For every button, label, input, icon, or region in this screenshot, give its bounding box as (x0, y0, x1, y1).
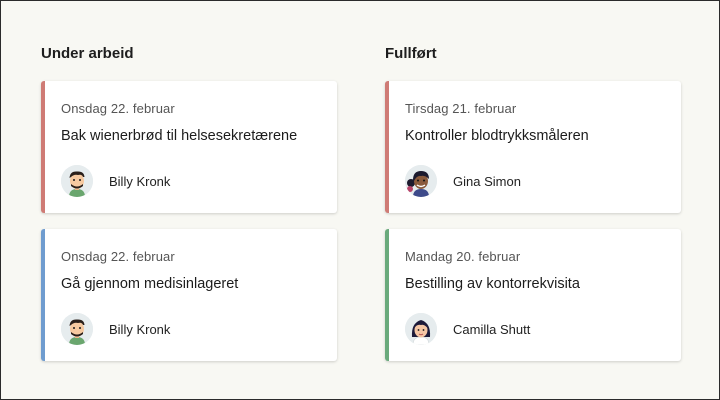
task-date: Onsdag 22. februar (61, 101, 175, 116)
task-card[interactable]: Onsdag 22. februar Gå gjennom medisinlag… (41, 229, 337, 361)
column-fullfort: Fullført Tirsdag 21. februar Kontroller … (385, 45, 681, 361)
column-title: Fullført (385, 45, 437, 62)
task-card[interactable]: Onsdag 22. februar Bak wienerbrød til he… (41, 81, 337, 213)
woman-curly-avatar-icon (405, 165, 437, 197)
board: Under arbeid Onsdag 22. februar Bak wien… (0, 0, 720, 400)
assignee-name: Camilla Shutt (453, 322, 531, 337)
column-title: Under arbeid (41, 45, 134, 62)
task-title: Bak wienerbrød til helsesekretærene (61, 128, 298, 144)
task-card[interactable]: Mandag 20. februar Bestilling av kontorr… (385, 229, 681, 361)
task-card[interactable]: Tirsdag 21. februar Kontroller blodtrykk… (385, 81, 681, 213)
assignee-name: Gina Simon (453, 174, 521, 189)
task-date: Mandag 20. februar (405, 249, 521, 264)
task-date: Tirsdag 21. februar (405, 101, 517, 116)
column-under-arbeid: Under arbeid Onsdag 22. februar Bak wien… (41, 45, 337, 361)
task-title: Bestilling av kontorrekvisita (405, 276, 580, 292)
task-title: Kontroller blodtrykksmåleren (405, 128, 589, 144)
woman-avatar-icon (405, 313, 437, 345)
assignee-name: Billy Kronk (109, 174, 171, 189)
assignee-name: Billy Kronk (109, 322, 171, 337)
man-avatar-icon (61, 313, 93, 345)
man-avatar-icon (61, 165, 93, 197)
task-title: Gå gjennom medisinlageret (61, 276, 239, 292)
task-date: Onsdag 22. februar (61, 249, 175, 264)
